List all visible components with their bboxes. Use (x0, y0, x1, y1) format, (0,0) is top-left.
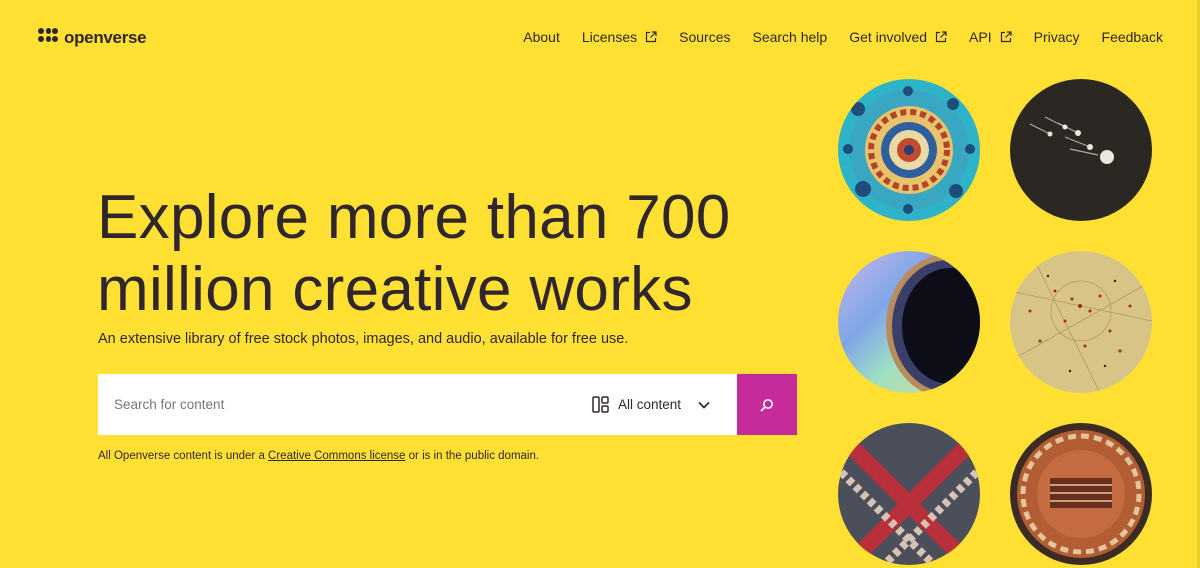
ornate-circle-image[interactable] (1010, 423, 1152, 565)
main-nav: About Licenses Sources Search help Get i… (523, 29, 1163, 45)
nav-feedback[interactable]: Feedback (1102, 29, 1163, 45)
license-footnote: All Openverse content is under a Creativ… (98, 450, 540, 462)
hero-subtitle: An extensive library of free stock photo… (98, 331, 629, 347)
star-map-image[interactable] (1010, 251, 1152, 393)
chevron-down-icon (698, 401, 710, 409)
search-icon (760, 398, 773, 411)
content-type-icon (592, 396, 609, 413)
nav-licenses[interactable]: Licenses (582, 29, 657, 45)
site-header: openverse About Licenses Sources Search … (0, 0, 1200, 76)
mandala-tile-image[interactable] (838, 79, 980, 221)
external-link-icon (1000, 31, 1012, 43)
nav-sources[interactable]: Sources (679, 29, 730, 45)
content-type-label: All content (618, 397, 682, 412)
openverse-logo[interactable]: openverse (38, 27, 147, 49)
hero-title-line-2: million creative works (97, 255, 693, 324)
search-bar: All content (98, 374, 797, 435)
external-link-icon (935, 31, 947, 43)
nav-about[interactable]: About (523, 29, 560, 45)
search-input[interactable] (98, 374, 592, 435)
creative-commons-link[interactable]: Creative Commons license (268, 450, 405, 462)
nav-get-involved[interactable]: Get involved (849, 29, 947, 45)
openverse-logo-icon (38, 28, 58, 48)
search-button[interactable] (737, 374, 797, 435)
nav-privacy[interactable]: Privacy (1034, 29, 1080, 45)
external-link-icon (646, 31, 657, 43)
hero-title: Explore more than 700 million creative w… (97, 182, 797, 326)
nav-api[interactable]: API (969, 29, 1012, 45)
planet-rings-image[interactable] (838, 251, 980, 393)
textile-pattern-image[interactable] (838, 423, 980, 565)
logo-text: openverse (64, 28, 147, 47)
comets-illustration-image[interactable] (1010, 79, 1152, 221)
hero-title-line-1: Explore more than 700 (97, 183, 731, 252)
nav-search-help[interactable]: Search help (752, 29, 827, 45)
content-type-select[interactable]: All content (592, 374, 737, 435)
